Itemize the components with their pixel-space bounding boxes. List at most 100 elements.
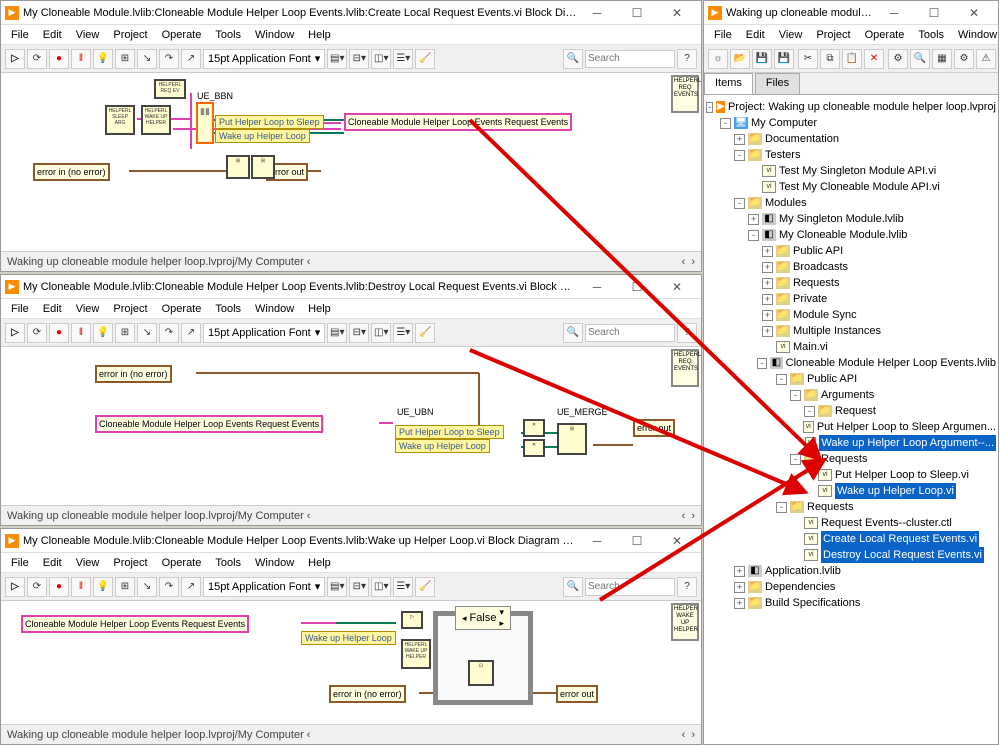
menu-operate[interactable]: Operate [156, 555, 208, 571]
check-error-vi[interactable]: ▷ [401, 611, 423, 629]
highlight-button[interactable]: 💡 [93, 323, 113, 343]
abort-button[interactable]: ● [49, 577, 69, 597]
tree-item[interactable]: viWake up Helper Loop Argument--... [706, 435, 996, 451]
tree-item[interactable]: -📁Public API [706, 371, 996, 387]
menu-file[interactable]: File [708, 27, 738, 43]
tree-item[interactable]: +📁Module Sync [706, 307, 996, 323]
menu-view[interactable]: View [773, 27, 809, 43]
close-button[interactable]: ✕ [657, 276, 697, 298]
menu-file[interactable]: File [5, 555, 35, 571]
tree-item[interactable]: -◧Cloneable Module Helper Loop Events.lv… [706, 355, 996, 371]
menu-operate[interactable]: Operate [156, 301, 208, 317]
cleanup-button[interactable]: 🧹 [415, 577, 435, 597]
expand-toggle-icon[interactable]: - [790, 390, 801, 401]
distribute-button[interactable]: ⊟▾ [349, 49, 369, 69]
retain-wire-button[interactable]: ⊞ [115, 577, 135, 597]
tree-item[interactable]: +📁Public API [706, 243, 996, 259]
case-selector[interactable]: ◂ False ▾ ▸ [455, 606, 511, 630]
distribute-button[interactable]: ⊟▾ [349, 577, 369, 597]
minimize-button[interactable]: ─ [577, 530, 617, 552]
vi-inside-case[interactable]: ⊡ [468, 660, 494, 686]
warning-icon[interactable]: ⚠ [976, 49, 996, 69]
scroll-right-icon[interactable]: › [691, 729, 695, 741]
tree-item[interactable]: +📁Multiple Instances [706, 323, 996, 339]
step-out-button[interactable]: ↗ [181, 577, 201, 597]
tree-item[interactable]: +📁Requests [706, 275, 996, 291]
menu-project[interactable]: Project [810, 27, 856, 43]
maximize-button[interactable]: ☐ [617, 2, 657, 24]
request-events-in-terminal[interactable]: Cloneable Module Helper Loop Events Requ… [95, 415, 323, 433]
copy-button[interactable]: ⧉ [820, 49, 840, 69]
tree-item[interactable]: viDestroy Local Request Events.vi [706, 547, 996, 563]
cleanup-button[interactable]: 🧹 [415, 323, 435, 343]
merge-vi-1[interactable]: ⊞ [226, 155, 250, 179]
project-tree[interactable]: -▶Project: Waking up cloneable module he… [704, 95, 998, 744]
tree-item[interactable]: viCreate Local Request Events.vi [706, 531, 996, 547]
menu-project[interactable]: Project [107, 301, 153, 317]
abort-button[interactable]: ● [49, 49, 69, 69]
font-selector[interactable]: 15pt Application Font▾ [203, 323, 325, 343]
help-button[interactable]: ? [677, 323, 697, 343]
menu-window[interactable]: Window [249, 301, 300, 317]
step-over-button[interactable]: ↷ [159, 49, 179, 69]
merge-errors[interactable]: ⊞ [557, 423, 587, 455]
step-into-button[interactable]: ↘ [137, 577, 157, 597]
expand-toggle-icon[interactable]: + [762, 246, 773, 257]
run-continuous-button[interactable]: ⟳ [27, 49, 47, 69]
tree-item[interactable]: viTest My Cloneable Module API.vi [706, 179, 996, 195]
find-button[interactable]: 🔍 [910, 49, 930, 69]
cleanup-button[interactable]: 🧹 [415, 49, 435, 69]
sleep-arg-vi-icon[interactable]: HELPERLSLEEPARG [105, 105, 135, 135]
search-input[interactable] [585, 578, 675, 596]
menu-window[interactable]: Window [249, 27, 300, 43]
status-chevron-icon[interactable]: ‹ [304, 510, 311, 522]
help-button[interactable]: ? [677, 577, 697, 597]
step-into-button[interactable]: ↘ [137, 323, 157, 343]
menu-tools[interactable]: Tools [209, 301, 247, 317]
open-button[interactable]: 📂 [730, 49, 750, 69]
expand-toggle-icon[interactable]: + [748, 214, 759, 225]
expand-toggle-icon[interactable]: - [734, 150, 745, 161]
tree-item[interactable]: +📁Broadcasts [706, 259, 996, 275]
step-out-button[interactable]: ↗ [181, 49, 201, 69]
close-button[interactable]: ✕ [954, 2, 994, 24]
tree-item[interactable]: +📁Documentation [706, 131, 996, 147]
menu-edit[interactable]: Edit [37, 301, 68, 317]
menu-help[interactable]: Help [302, 555, 337, 571]
tree-item[interactable]: -📁Requests [706, 499, 996, 515]
run-button[interactable]: ▷ [5, 577, 25, 597]
expand-toggle-icon[interactable]: + [734, 134, 745, 145]
destroy-event-2[interactable]: ✕ [523, 439, 545, 457]
expand-toggle-icon[interactable]: - [790, 454, 801, 465]
retain-wire-button[interactable]: ⊞ [115, 323, 135, 343]
align-button[interactable]: ▤▾ [327, 323, 347, 343]
menu-operate[interactable]: Operate [156, 27, 208, 43]
wake-arg-vi-icon[interactable]: HELPERLWAKE UPHELPER [141, 105, 171, 135]
expand-toggle-icon[interactable]: - [734, 198, 745, 209]
minimize-button[interactable]: ─ [577, 2, 617, 24]
menu-window[interactable]: Window [952, 27, 999, 43]
expand-toggle-icon[interactable]: + [734, 582, 745, 593]
expand-toggle-icon[interactable]: - [776, 374, 787, 385]
merge-vi-2[interactable]: ⊞ [251, 155, 275, 179]
expand-toggle-icon[interactable]: + [734, 566, 745, 577]
expand-toggle-icon[interactable]: + [762, 262, 773, 273]
search-input[interactable] [585, 324, 675, 342]
expand-toggle-icon[interactable]: + [734, 598, 745, 609]
new-button[interactable]: ☼ [708, 49, 728, 69]
step-into-button[interactable]: ↘ [137, 49, 157, 69]
step-over-button[interactable]: ↷ [159, 323, 179, 343]
tree-item[interactable]: -◧My Cloneable Module.lvlib [706, 227, 996, 243]
search-input[interactable] [585, 50, 675, 68]
menu-project[interactable]: Project [107, 27, 153, 43]
titlebar[interactable]: ▶ My Cloneable Module.lvlib:Cloneable Mo… [1, 275, 701, 299]
expand-toggle-icon[interactable]: + [762, 294, 773, 305]
menu-view[interactable]: View [70, 555, 106, 571]
filter-button[interactable]: ▦ [932, 49, 952, 69]
req-events-cluster-icon[interactable]: HELPERLREQ EV [154, 79, 186, 99]
tree-item[interactable]: +📁Build Specifications [706, 595, 996, 611]
align-button[interactable]: ▤▾ [327, 49, 347, 69]
menu-edit[interactable]: Edit [37, 27, 68, 43]
request-events-out-terminal[interactable]: Cloneable Module Helper Loop Events Requ… [344, 113, 572, 131]
reorder-button[interactable]: ☰▾ [393, 49, 413, 69]
